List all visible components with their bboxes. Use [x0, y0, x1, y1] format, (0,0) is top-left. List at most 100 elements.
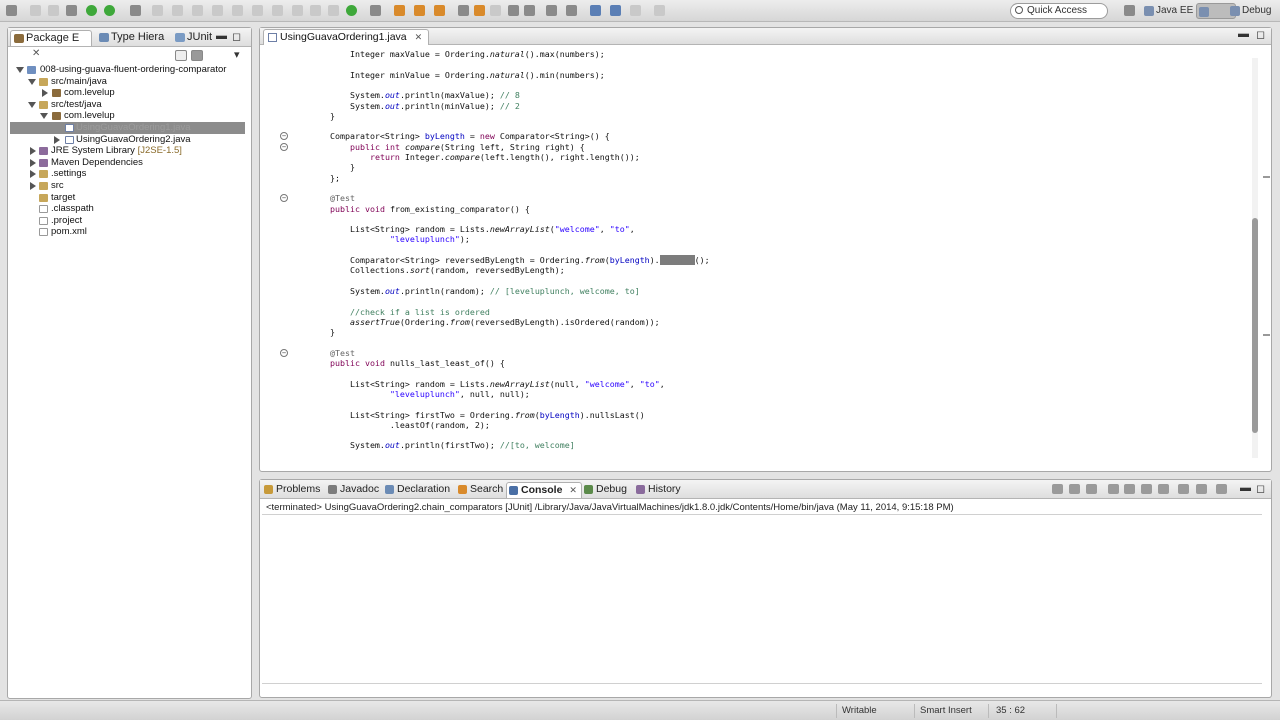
expanded-icon[interactable]: [28, 78, 36, 85]
code-line[interactable]: //check if a list is ordered: [310, 307, 490, 317]
undo-icon[interactable]: [172, 5, 183, 16]
code-line[interactable]: }: [310, 327, 335, 337]
tab-type-hierarchy[interactable]: Type Hiera: [96, 30, 164, 46]
code-line[interactable]: public void from_existing_comparator() {: [310, 204, 530, 214]
open-type-icon[interactable]: [458, 5, 469, 16]
code-area[interactable]: Integer maxValue = Ordering.natural().ma…: [260, 45, 1250, 460]
refresh-icon[interactable]: [104, 5, 115, 16]
tab-declaration[interactable]: Declaration: [383, 482, 450, 498]
fold-toggle-icon[interactable]: −: [280, 194, 288, 203]
display-console-icon[interactable]: [1196, 484, 1207, 494]
tab-history[interactable]: History: [634, 482, 681, 498]
code-line[interactable]: public void nulls_last_least_of() {: [310, 358, 505, 368]
save-all-icon[interactable]: [48, 5, 59, 16]
fold-toggle-icon[interactable]: −: [280, 142, 288, 151]
tab-javadoc[interactable]: Javadoc: [326, 482, 379, 498]
tree-item-src-test-java[interactable]: src/test/java: [10, 99, 245, 111]
tab-debug[interactable]: Debug: [582, 482, 627, 498]
new-class-icon[interactable]: [434, 5, 445, 16]
code-line[interactable]: System.out.println(maxValue); // 8: [310, 90, 520, 100]
next-annotation-icon[interactable]: [566, 5, 577, 16]
ruler-marker[interactable]: [1263, 334, 1270, 336]
show-stderr-icon[interactable]: [1158, 484, 1169, 494]
show-stdout-icon[interactable]: [1141, 484, 1152, 494]
code-line[interactable]: System.out.println(firstTwo); //[to, wel…: [310, 440, 575, 450]
redo-icon[interactable]: [192, 5, 203, 16]
new-icon[interactable]: [6, 5, 17, 16]
toggle-mark-icon[interactable]: [524, 5, 535, 16]
pin-console-icon[interactable]: [1178, 484, 1189, 494]
remove-launch-icon[interactable]: [1069, 484, 1080, 494]
tab-console[interactable]: Console ✕: [506, 482, 582, 498]
view-menu-icon[interactable]: ▾: [234, 48, 240, 61]
scroll-lock-icon[interactable]: [1124, 484, 1135, 494]
code-line[interactable]: List<String> firstTwo = Ordering.from(by…: [310, 410, 645, 420]
collapsed-icon[interactable]: [42, 89, 48, 98]
code-line[interactable]: System.out.println(minValue); // 2: [310, 101, 520, 111]
fold-toggle-icon[interactable]: −: [280, 348, 288, 357]
run-icon[interactable]: [346, 5, 357, 16]
tab-search[interactable]: Search: [456, 482, 503, 498]
search-tb-icon[interactable]: [474, 5, 485, 16]
tree-item-classpath[interactable]: .classpath: [10, 203, 245, 215]
quick-access-field[interactable]: Quick Access: [1010, 3, 1108, 19]
tree-item-project[interactable]: 008-using-guava-fluent-ordering-comparat…: [10, 64, 245, 76]
tab-problems[interactable]: Problems: [262, 482, 320, 498]
open-console-icon[interactable]: [1216, 484, 1227, 494]
code-line[interactable]: }: [310, 111, 335, 121]
maximize-icon[interactable]: ◻: [1256, 482, 1265, 495]
code-line[interactable]: Collections.sort(random, reversedByLengt…: [310, 265, 565, 275]
cut-icon[interactable]: [152, 5, 163, 16]
collapsed-icon[interactable]: [54, 135, 60, 144]
tree-item-src[interactable]: src: [10, 180, 245, 192]
toggle-icon[interactable]: [212, 5, 223, 16]
code-line[interactable]: @Test: [310, 193, 355, 203]
last-edit-icon[interactable]: [630, 5, 641, 16]
terminate-icon[interactable]: [310, 5, 321, 16]
tree-item-target[interactable]: target: [10, 192, 245, 204]
expanded-icon[interactable]: [28, 101, 36, 108]
perspective-java-ee[interactable]: Java EE: [1142, 3, 1196, 19]
code-line[interactable]: "leveluplunch");: [310, 234, 470, 244]
tab-junit[interactable]: JUnit: [172, 30, 212, 46]
fold-toggle-icon[interactable]: −: [280, 132, 288, 141]
code-line[interactable]: }: [310, 162, 355, 172]
code-line[interactable]: "leveluplunch", null, null);: [310, 389, 530, 399]
collapsed-icon[interactable]: [30, 182, 36, 190]
code-line[interactable]: };: [310, 173, 340, 183]
code-line[interactable]: return Integer.compare(left.length(), ri…: [310, 152, 640, 162]
suspend-icon[interactable]: [292, 5, 303, 16]
code-line[interactable]: @Test: [310, 348, 355, 358]
save-icon[interactable]: [30, 5, 41, 16]
resume-icon[interactable]: [272, 5, 283, 16]
forward-icon[interactable]: [610, 5, 621, 16]
pin-icon[interactable]: [654, 5, 665, 16]
tree-item-jre-library[interactable]: JRE System Library [J2SE-1.5]: [10, 145, 245, 157]
show-whitespace-icon[interactable]: [546, 5, 557, 16]
tree-item-ordering1[interactable]: UsingGuavaOrdering1.java: [10, 122, 245, 134]
tab-using-guava-ordering1[interactable]: UsingGuavaOrdering1.java ✕: [263, 29, 430, 45]
code-line[interactable]: .leastOf(random, 2);: [310, 420, 490, 430]
print-icon[interactable]: [66, 5, 77, 16]
maximize-icon[interactable]: ◻: [232, 30, 241, 43]
minimize-icon[interactable]: ▬: [1240, 482, 1251, 494]
code-line[interactable]: Integer maxValue = Ordering.natural().ma…: [310, 49, 605, 59]
tree-item-project-file[interactable]: .project: [10, 215, 245, 227]
minimize-icon[interactable]: ▬: [1238, 28, 1249, 40]
new-package-icon[interactable]: [414, 5, 425, 16]
code-line[interactable]: Integer minValue = Ordering.natural().mi…: [310, 70, 605, 80]
code-line[interactable]: Comparator<String> reversedByLength = Or…: [310, 255, 710, 265]
open-perspective-icon[interactable]: [1124, 5, 1135, 16]
breakpoint-icon[interactable]: [232, 5, 243, 16]
junit-icon[interactable]: [86, 5, 97, 16]
tree-item-main-package[interactable]: com.levelup: [10, 87, 245, 99]
collapsed-icon[interactable]: [30, 158, 36, 167]
close-icon[interactable]: ✕: [415, 32, 423, 42]
console-output[interactable]: [262, 514, 1262, 684]
tree-item-src-main-java[interactable]: src/main/java: [10, 76, 245, 88]
tab-package-explorer[interactable]: Package E ✕: [10, 30, 92, 59]
perspective-debug[interactable]: Debug: [1228, 3, 1274, 19]
collapsed-icon[interactable]: [30, 170, 36, 179]
code-line[interactable]: Comparator<String> byLength = new Compar…: [310, 131, 610, 141]
code-line[interactable]: assertTrue(Ordering.from(reversedByLengt…: [310, 317, 660, 327]
